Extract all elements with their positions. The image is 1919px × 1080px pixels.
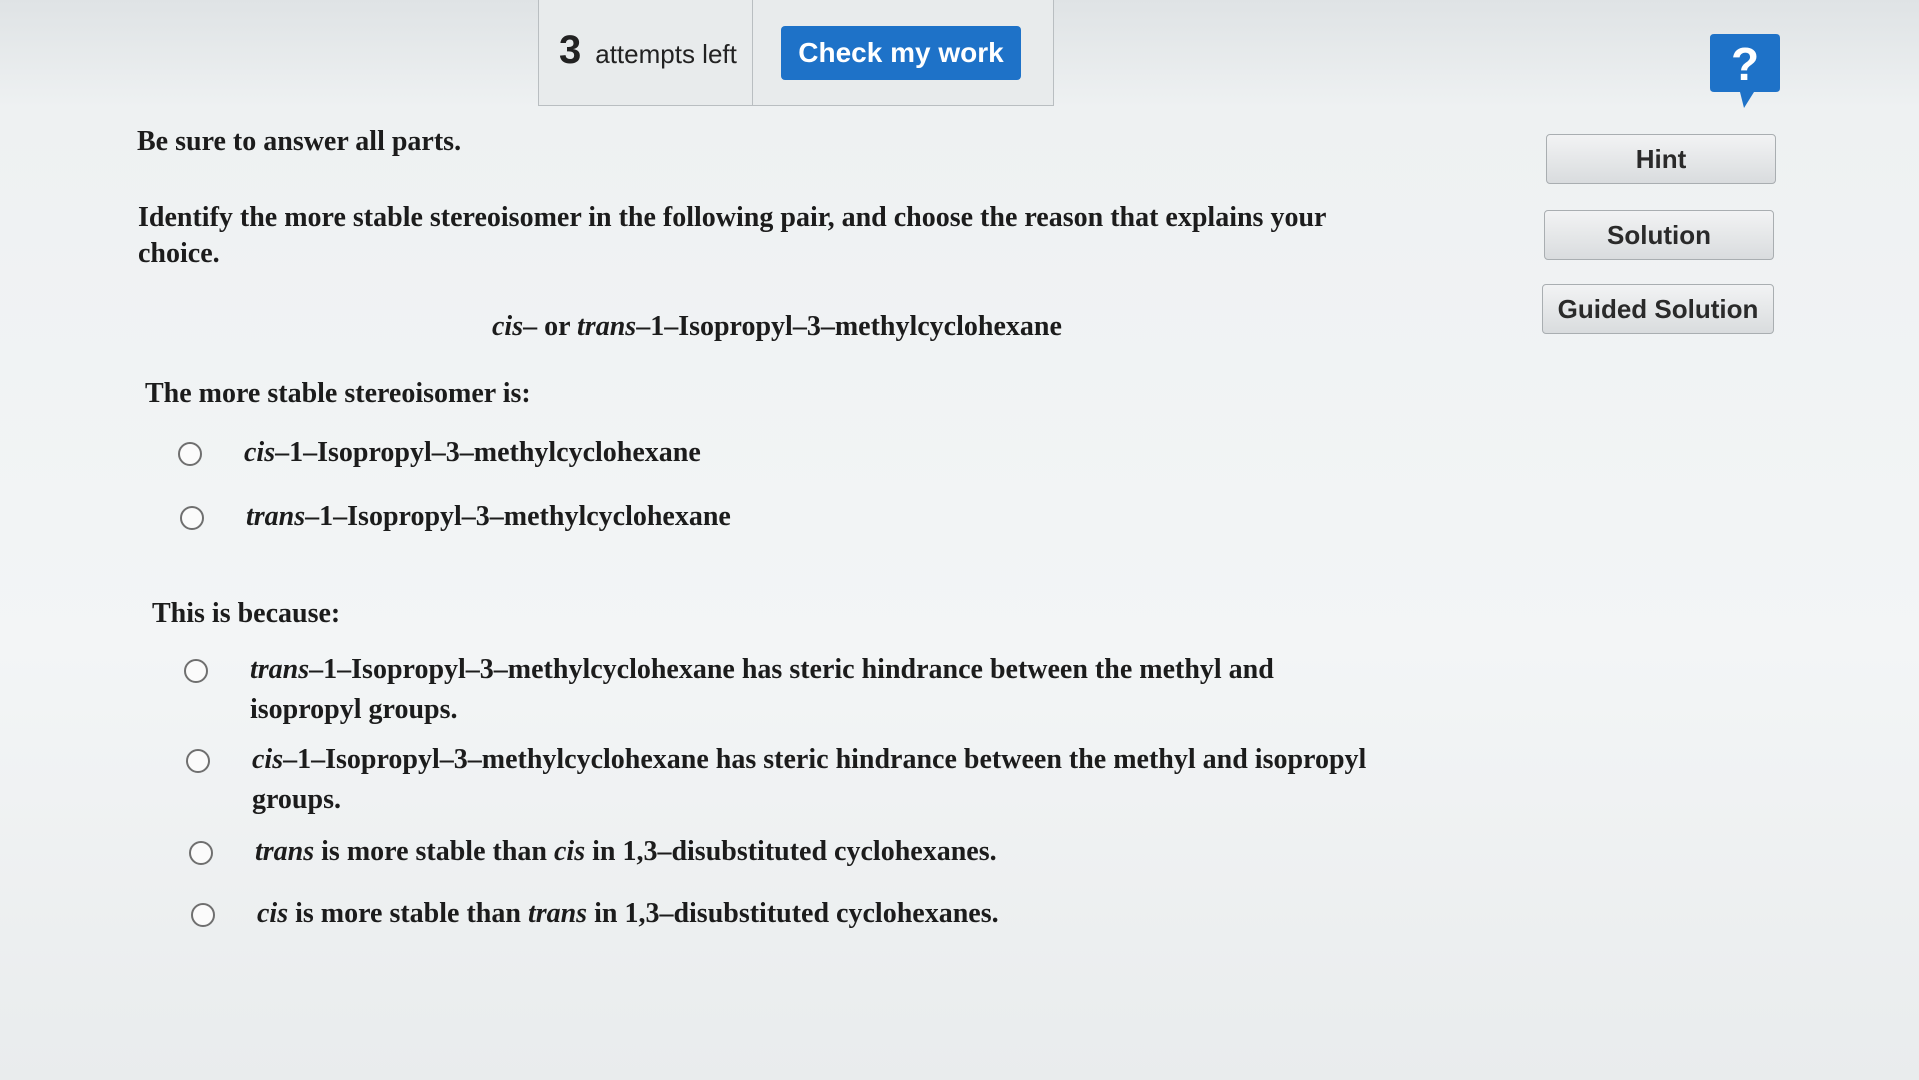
option-term-c: cis [553, 836, 586, 867]
option-prefix: cis [244, 437, 276, 468]
radio-button[interactable] [180, 506, 204, 530]
option-label: cis is more stable than trans in 1,3–dis… [257, 894, 999, 934]
part2-option-cis-hindrance[interactable]: cis–1–Isopropyl–3–methylcyclohexane has … [186, 740, 1462, 820]
part2-option-trans-hindrance[interactable]: trans–1–Isopropyl–3–methylcyclohexane ha… [184, 650, 1390, 730]
option-term-a: trans [255, 836, 315, 867]
attempts-label: attempts left [595, 39, 737, 69]
solution-button[interactable]: Solution [1544, 210, 1774, 260]
option-text-b: is more stable than [288, 898, 528, 929]
attempts-toolbar: 3 attempts left Check my work [538, 0, 1054, 106]
option-rest: –1–Isopropyl–3–methylcyclohexane has ste… [250, 654, 1274, 725]
option-label: cis–1–Isopropyl–3–methylcyclohexane [244, 433, 701, 473]
guided-solution-button[interactable]: Guided Solution [1542, 284, 1774, 334]
attempts-indicator: 3 attempts left [539, 0, 753, 105]
radio-button[interactable] [178, 442, 202, 466]
radio-button[interactable] [186, 749, 210, 773]
question-text: Identify the more stable stereoisomer in… [138, 202, 1326, 269]
option-prefix: cis [252, 744, 284, 775]
radio-button[interactable] [189, 841, 213, 865]
part2-option-cis-more-stable[interactable]: cis is more stable than trans in 1,3–dis… [191, 894, 999, 934]
part2-option-trans-more-stable[interactable]: trans is more stable than cis in 1,3–dis… [189, 832, 997, 872]
question-speech-bubble-icon[interactable]: ? [1708, 32, 1782, 110]
help-symbol: ? [1731, 38, 1759, 90]
option-prefix: trans [246, 501, 306, 532]
part1-option-cis[interactable]: cis–1–Isopropyl–3–methylcyclohexane [178, 433, 701, 473]
option-label: trans–1–Isopropyl–3–methylcyclohexane ha… [250, 650, 1390, 730]
part1-label: The more stable stereoisomer is: [145, 378, 531, 409]
option-term-c: trans [527, 898, 588, 929]
compound-trans: trans [577, 311, 637, 342]
option-text-d: in 1,3–disubstituted cyclohexanes. [585, 836, 997, 867]
compound-cis: cis [492, 311, 524, 342]
option-rest: –1–Isopropyl–3–methylcyclohexane [305, 501, 731, 532]
radio-button[interactable] [184, 659, 208, 683]
radio-button[interactable] [191, 903, 215, 927]
option-text-d: in 1,3–disubstituted cyclohexanes. [587, 898, 999, 929]
option-label: trans is more stable than cis in 1,3–dis… [255, 832, 997, 872]
part1-option-trans[interactable]: trans–1–Isopropyl–3–methylcyclohexane [180, 497, 731, 537]
instructions-text: Be sure to answer all parts. [137, 126, 462, 157]
compound-pair: cis– or trans–1–Isopropyl–3–methylcycloh… [492, 309, 1062, 345]
option-rest: –1–Isopropyl–3–methylcyclohexane has ste… [252, 744, 1367, 815]
option-term-a: cis [257, 898, 289, 929]
option-prefix: trans [250, 654, 310, 685]
option-text-b: is more stable than [314, 836, 554, 867]
option-rest: –1–Isopropyl–3–methylcyclohexane [275, 437, 701, 468]
compound-name: –1–Isopropyl–3–methylcyclohexane [636, 311, 1062, 342]
attempts-count: 3 [559, 28, 582, 72]
option-label: trans–1–Isopropyl–3–methylcyclohexane [246, 497, 731, 537]
check-my-work-button[interactable]: Check my work [781, 25, 1021, 80]
compound-separator: – or [523, 311, 578, 342]
option-label: cis–1–Isopropyl–3–methylcyclohexane has … [252, 740, 1462, 820]
hint-button[interactable]: Hint [1546, 134, 1776, 184]
part2-label: This is because: [152, 598, 341, 629]
